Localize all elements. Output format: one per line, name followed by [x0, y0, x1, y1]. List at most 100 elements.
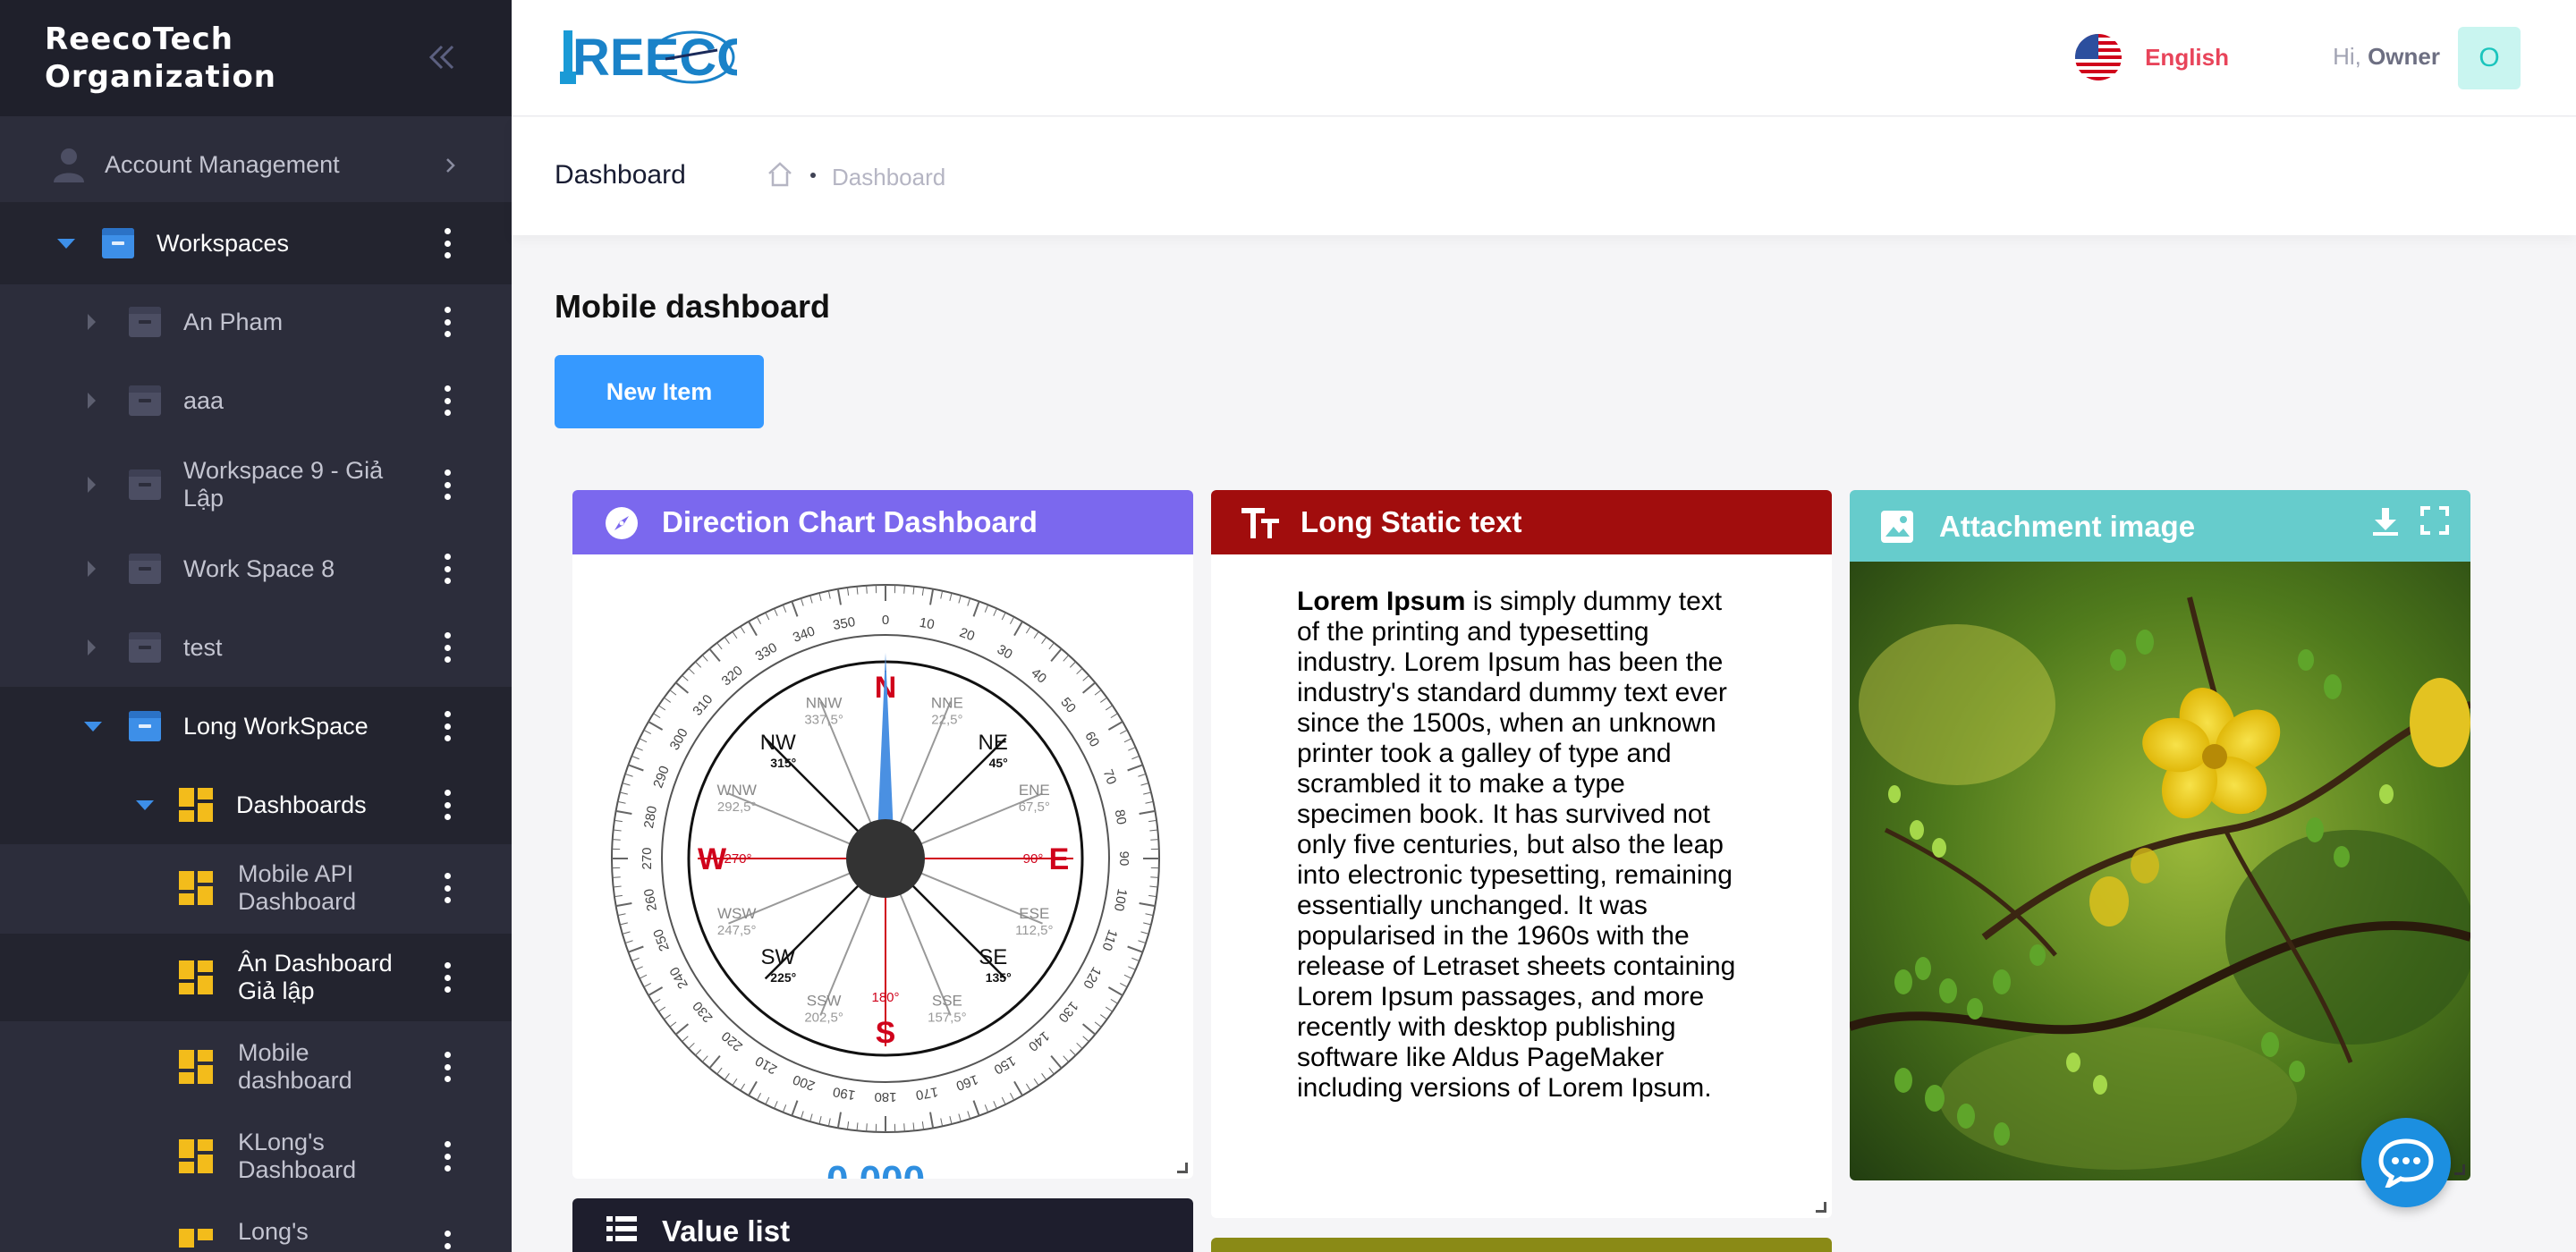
- folder-icon: [129, 632, 161, 663]
- more-options-icon[interactable]: [444, 470, 451, 500]
- resize-handle[interactable]: [1177, 1163, 1188, 1173]
- more-options-icon[interactable]: [444, 307, 451, 337]
- more-options-icon[interactable]: [444, 554, 451, 584]
- sidebar-item-long-workspace[interactable]: Long WorkSpace: [0, 687, 512, 766]
- card-title: Direction Chart Dashboard: [662, 505, 1038, 538]
- resize-handle[interactable]: [1816, 1202, 1826, 1213]
- resize-handle[interactable]: [2454, 1164, 2465, 1175]
- page-header-title: Dashboard: [555, 160, 686, 190]
- attachment-image-card: Attachment image: [1850, 490, 2470, 1180]
- top-bar: REECO English Hi, Owner O: [512, 0, 2576, 116]
- folder-icon: [129, 711, 161, 741]
- folder-icon: [102, 228, 134, 258]
- sidebar-item-workspace[interactable]: test: [0, 610, 512, 685]
- caret-right-icon: [88, 639, 96, 656]
- more-options-icon[interactable]: [444, 1052, 451, 1082]
- more-options-icon[interactable]: [444, 873, 451, 903]
- long-text-card-header: Long Static text: [1211, 490, 1832, 554]
- fullscreen-icon[interactable]: [2420, 506, 2449, 535]
- compass-icon: [606, 507, 638, 539]
- compass-intercardinal-label: NW: [760, 731, 796, 755]
- sidebar-item-dashboard[interactable]: Mobile API Dashboard: [0, 844, 512, 932]
- value-list-card-header: Value list: [572, 1198, 1193, 1252]
- sidebar-item-workspace[interactable]: aaa: [0, 363, 512, 438]
- compass-degree-label: 0: [882, 613, 889, 628]
- olive-card-header: [1211, 1238, 1832, 1252]
- more-options-icon[interactable]: [444, 790, 451, 820]
- sidebar-item-dashboard[interactable]: Mobile dashboard: [0, 1023, 512, 1111]
- language-selector[interactable]: English: [2075, 34, 2229, 80]
- sidebar-item-dashboard-selected[interactable]: Ân Dashboard Giả lập: [0, 934, 512, 1021]
- compass-minor-degree: 112,5°: [1015, 923, 1053, 938]
- breadcrumb[interactable]: Dashboard: [832, 164, 945, 191]
- user-greeting[interactable]: Hi, Owner: [2333, 43, 2440, 71]
- sidebar-item-label: An Pham: [183, 308, 284, 335]
- dashboard-icon: [179, 1139, 213, 1173]
- compass-intercardinal-degree: 135°: [986, 970, 1012, 985]
- more-options-icon[interactable]: [444, 228, 451, 258]
- caret-right-icon: [88, 561, 96, 577]
- sidebar-item-label: Workspaces: [157, 229, 290, 257]
- more-options-icon[interactable]: [444, 1141, 451, 1172]
- more-options-icon[interactable]: [444, 711, 451, 741]
- sidebar-header: ReecoTech Organization: [0, 0, 512, 116]
- compass-intercardinal-degree: 45°: [989, 756, 1008, 770]
- compass-cardinal-degree: 90°: [1023, 851, 1044, 867]
- compass-intercardinal-degree: 225°: [770, 970, 796, 985]
- compass-minor-label: ESE: [1019, 905, 1049, 922]
- sidebar-item-label: Mobile API Dashboard: [238, 860, 357, 915]
- sidebar-item-workspace[interactable]: Work Space 8: [0, 531, 512, 606]
- chat-support-button[interactable]: [2361, 1118, 2451, 1207]
- reeco-logo[interactable]: REECO: [558, 20, 737, 95]
- compass-dial: 0 102030405060708090100110120130140150160…: [611, 584, 1160, 1133]
- compass-minor-degree: 292,5°: [717, 799, 757, 815]
- sidebar-item-label: Account Management: [105, 150, 340, 178]
- direction-chart-card: Direction Chart Dashboard 0 10 20 30 40 50 60 7…: [572, 490, 1193, 1179]
- long-static-text-card: Long Static text Lorem Ipsum is simply d…: [1211, 490, 1832, 1218]
- compass-intercardinal-label: NE: [979, 731, 1008, 755]
- organization-title: ReecoTech Organization: [45, 21, 277, 95]
- sidebar-item-account-management[interactable]: Account Management: [0, 140, 512, 190]
- more-options-icon[interactable]: [444, 962, 451, 993]
- compass-minor-degree: 67,5°: [1019, 799, 1050, 815]
- dashboard-icon: [179, 788, 213, 822]
- page-title: Mobile dashboard: [555, 288, 831, 325]
- dashboard-icon: [179, 960, 213, 994]
- compass-cardinal-degree: 180°: [871, 990, 899, 1005]
- compass-degree-label: 270: [640, 847, 655, 869]
- avatar[interactable]: O: [2458, 27, 2521, 89]
- compass-intercardinal-degree: 315°: [770, 756, 796, 770]
- sidebar-item-label: Work Space 8: [183, 554, 335, 582]
- download-icon[interactable]: [2370, 506, 2401, 537]
- more-options-icon[interactable]: [444, 1231, 451, 1252]
- attachment-photo[interactable]: [1850, 562, 2470, 1180]
- sidebar-item-workspace[interactable]: An Pham: [0, 284, 512, 360]
- compass-minor-label: WNW: [717, 782, 757, 799]
- caret-down-icon: [136, 800, 154, 810]
- sidebar-item-label: KLong's Dashboard: [238, 1129, 357, 1183]
- user-name: Owner: [2368, 43, 2440, 70]
- folder-icon: [129, 385, 161, 416]
- collapse-sidebar-icon[interactable]: [424, 39, 460, 75]
- subheader: Dashboard Dashboard: [512, 117, 2576, 235]
- value-list-card: Value list: [572, 1198, 1193, 1252]
- sidebar: ReecoTech Organization Account Managemen…: [0, 0, 512, 1252]
- dashboard-icon: [179, 871, 213, 905]
- sidebar-item-workspaces[interactable]: Workspaces: [0, 202, 512, 284]
- new-item-button[interactable]: New Item: [555, 355, 764, 428]
- sidebar-item-dashboard[interactable]: Long's: [0, 1207, 512, 1252]
- caret-down-icon: [57, 239, 75, 249]
- compass-tick: [612, 839, 621, 841]
- compass-minor-label: SSE: [932, 992, 962, 1009]
- sidebar-item-dashboards[interactable]: Dashboards: [0, 766, 512, 844]
- compass-intercardinal-label: SW: [760, 945, 795, 969]
- more-options-icon[interactable]: [444, 632, 451, 663]
- home-icon[interactable]: [766, 160, 794, 189]
- long-text-paragraph: Lorem Ipsum is simply dummy text of the …: [1297, 587, 1744, 1104]
- sidebar-item-dashboard[interactable]: KLong's Dashboard: [0, 1112, 512, 1200]
- compass-minor-label: ENE: [1019, 782, 1050, 799]
- more-options-icon[interactable]: [444, 385, 451, 416]
- sidebar-item-workspace[interactable]: Workspace 9 - Giả Lập: [0, 442, 512, 528]
- dashboard-icon: [179, 1229, 213, 1252]
- greeting-text: Hi,: [2333, 43, 2361, 70]
